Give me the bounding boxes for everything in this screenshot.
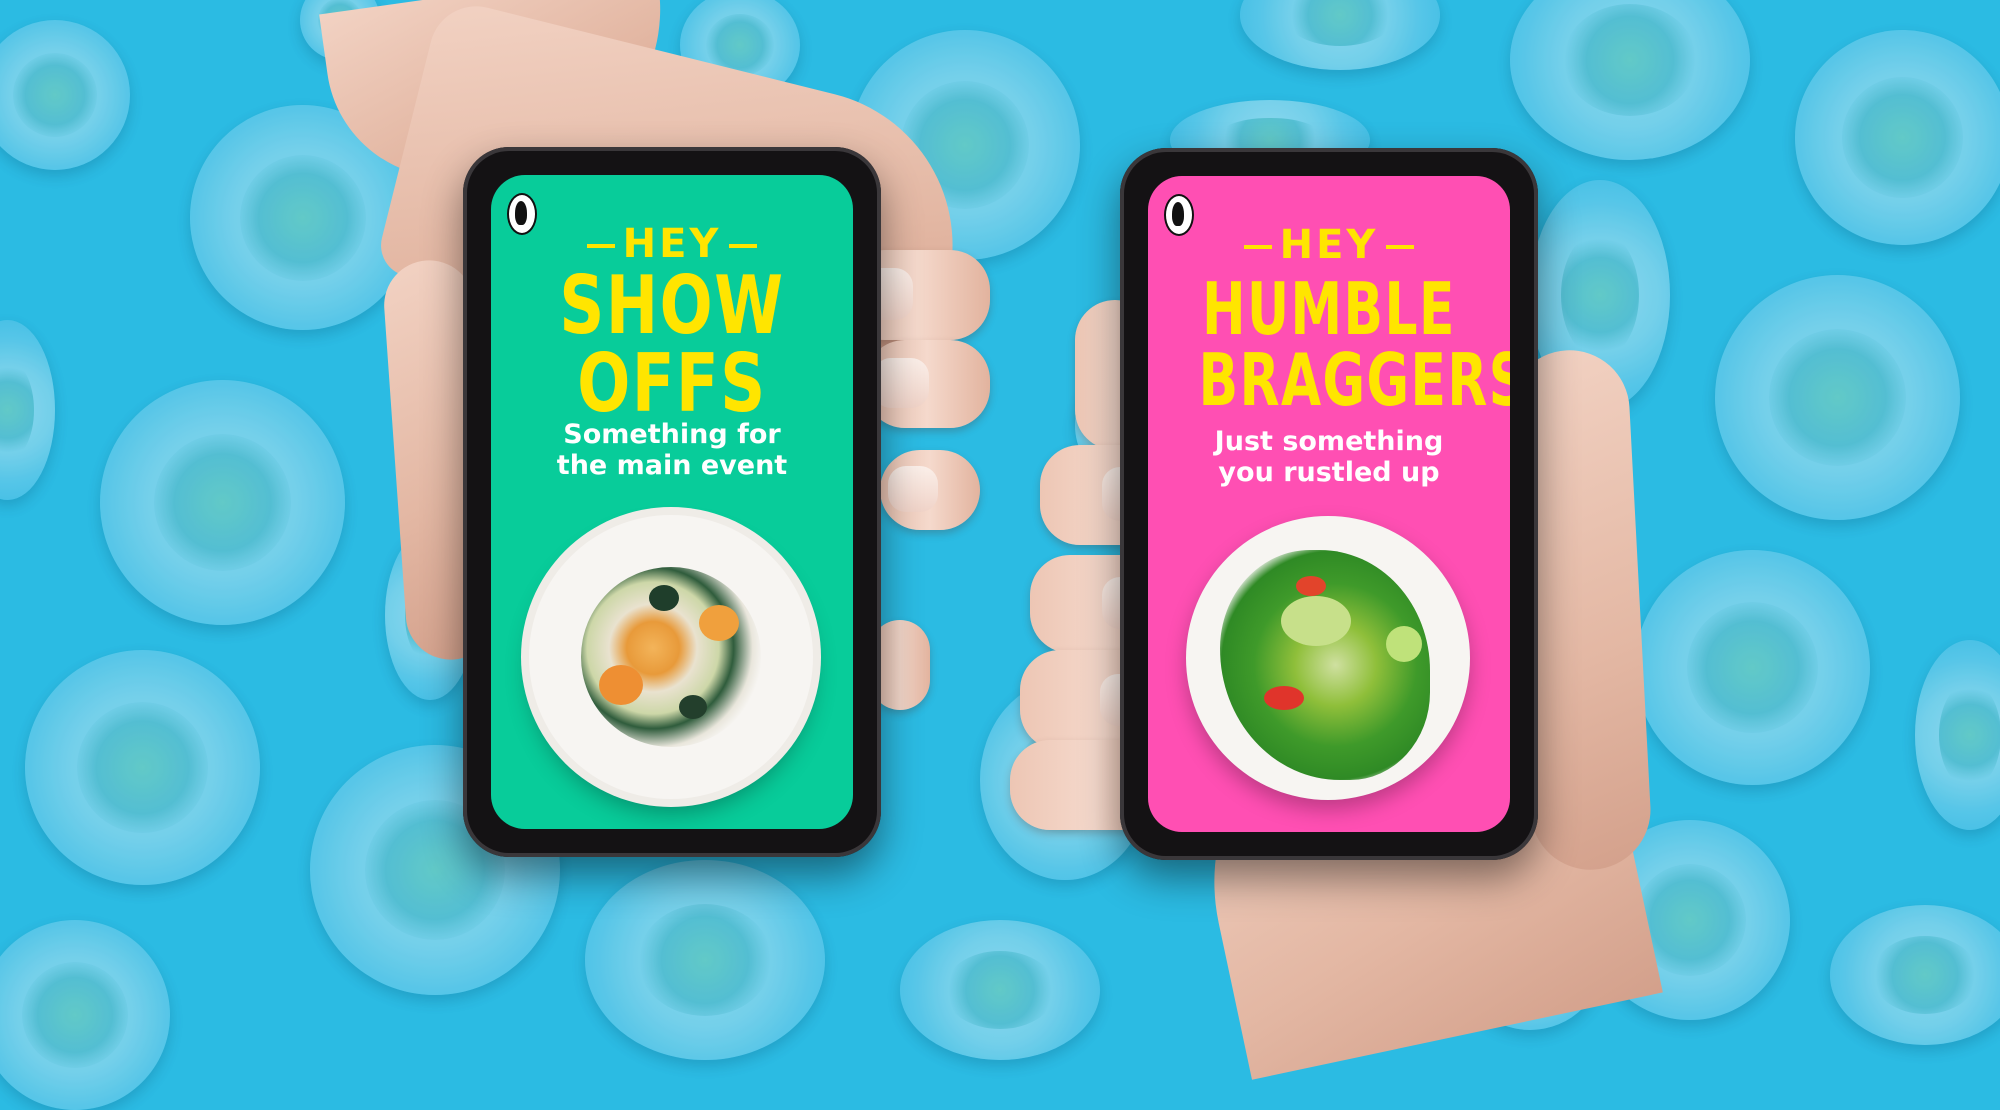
bg-plate: [1635, 550, 1870, 785]
bg-plate: [1240, 0, 1440, 70]
herb-image: [679, 695, 707, 719]
headline: SHOW OFFS: [531, 259, 813, 431]
dash-right: [729, 244, 758, 248]
headline-line: HUMBLE: [1202, 267, 1456, 351]
bg-plate: [1795, 30, 2000, 245]
bg-plate: [1715, 275, 1960, 520]
bg-plate: [900, 920, 1100, 1060]
phone-right: HEY HUMBLE BRAGGERS Just something you r…: [1120, 148, 1538, 860]
bg-plate: [0, 320, 55, 500]
bg-plate: [0, 20, 130, 170]
phone-left-screen: HEY SHOW OFFS Something for the main eve…: [491, 175, 853, 829]
nail: [873, 358, 929, 408]
white-plate-image: [1186, 516, 1470, 800]
subtitle-line: you rustled up: [1218, 457, 1440, 489]
hey-label: HEY: [1148, 222, 1510, 268]
shrimp-image: [699, 605, 739, 641]
left-finger: [880, 450, 980, 530]
subtitle: Something for the main event: [491, 419, 853, 481]
dash-left: [586, 244, 615, 248]
subtitle-line: Something for: [563, 419, 781, 450]
headline-line: BRAGGERS: [1198, 337, 1510, 422]
chili-image: [1264, 686, 1304, 710]
dash-right: [1386, 245, 1415, 249]
bg-plate: [1830, 905, 2000, 1045]
herb-image: [649, 585, 679, 611]
bg-plate: [100, 380, 345, 625]
headline-line: SHOW: [559, 259, 785, 352]
left-finger: [865, 340, 990, 428]
headline: HUMBLE BRAGGERS: [1198, 267, 1510, 422]
avocado-image: [1281, 596, 1351, 646]
phone-right-screen: HEY HUMBLE BRAGGERS Just something you r…: [1148, 176, 1510, 832]
bg-plate: [1510, 0, 1750, 160]
chili-image: [1296, 576, 1326, 596]
ruffled-plate-image: [529, 515, 813, 799]
bg-plate: [0, 920, 170, 1110]
bg-plate: [25, 650, 260, 885]
subtitle: Just something you rustled up: [1148, 426, 1510, 488]
shrimp-image: [599, 665, 643, 705]
lime-image: [1386, 626, 1422, 662]
bg-plate: [585, 860, 825, 1060]
hey-text: HEY: [1279, 222, 1379, 268]
subtitle-line: the main event: [556, 450, 788, 482]
subtitle-line: Just something: [1214, 426, 1444, 457]
phone-left: HEY SHOW OFFS Something for the main eve…: [463, 147, 881, 857]
bg-plate: [1915, 640, 2000, 830]
headline-line: OFFS: [577, 337, 767, 431]
nail: [888, 466, 938, 512]
dash-left: [1243, 245, 1272, 249]
